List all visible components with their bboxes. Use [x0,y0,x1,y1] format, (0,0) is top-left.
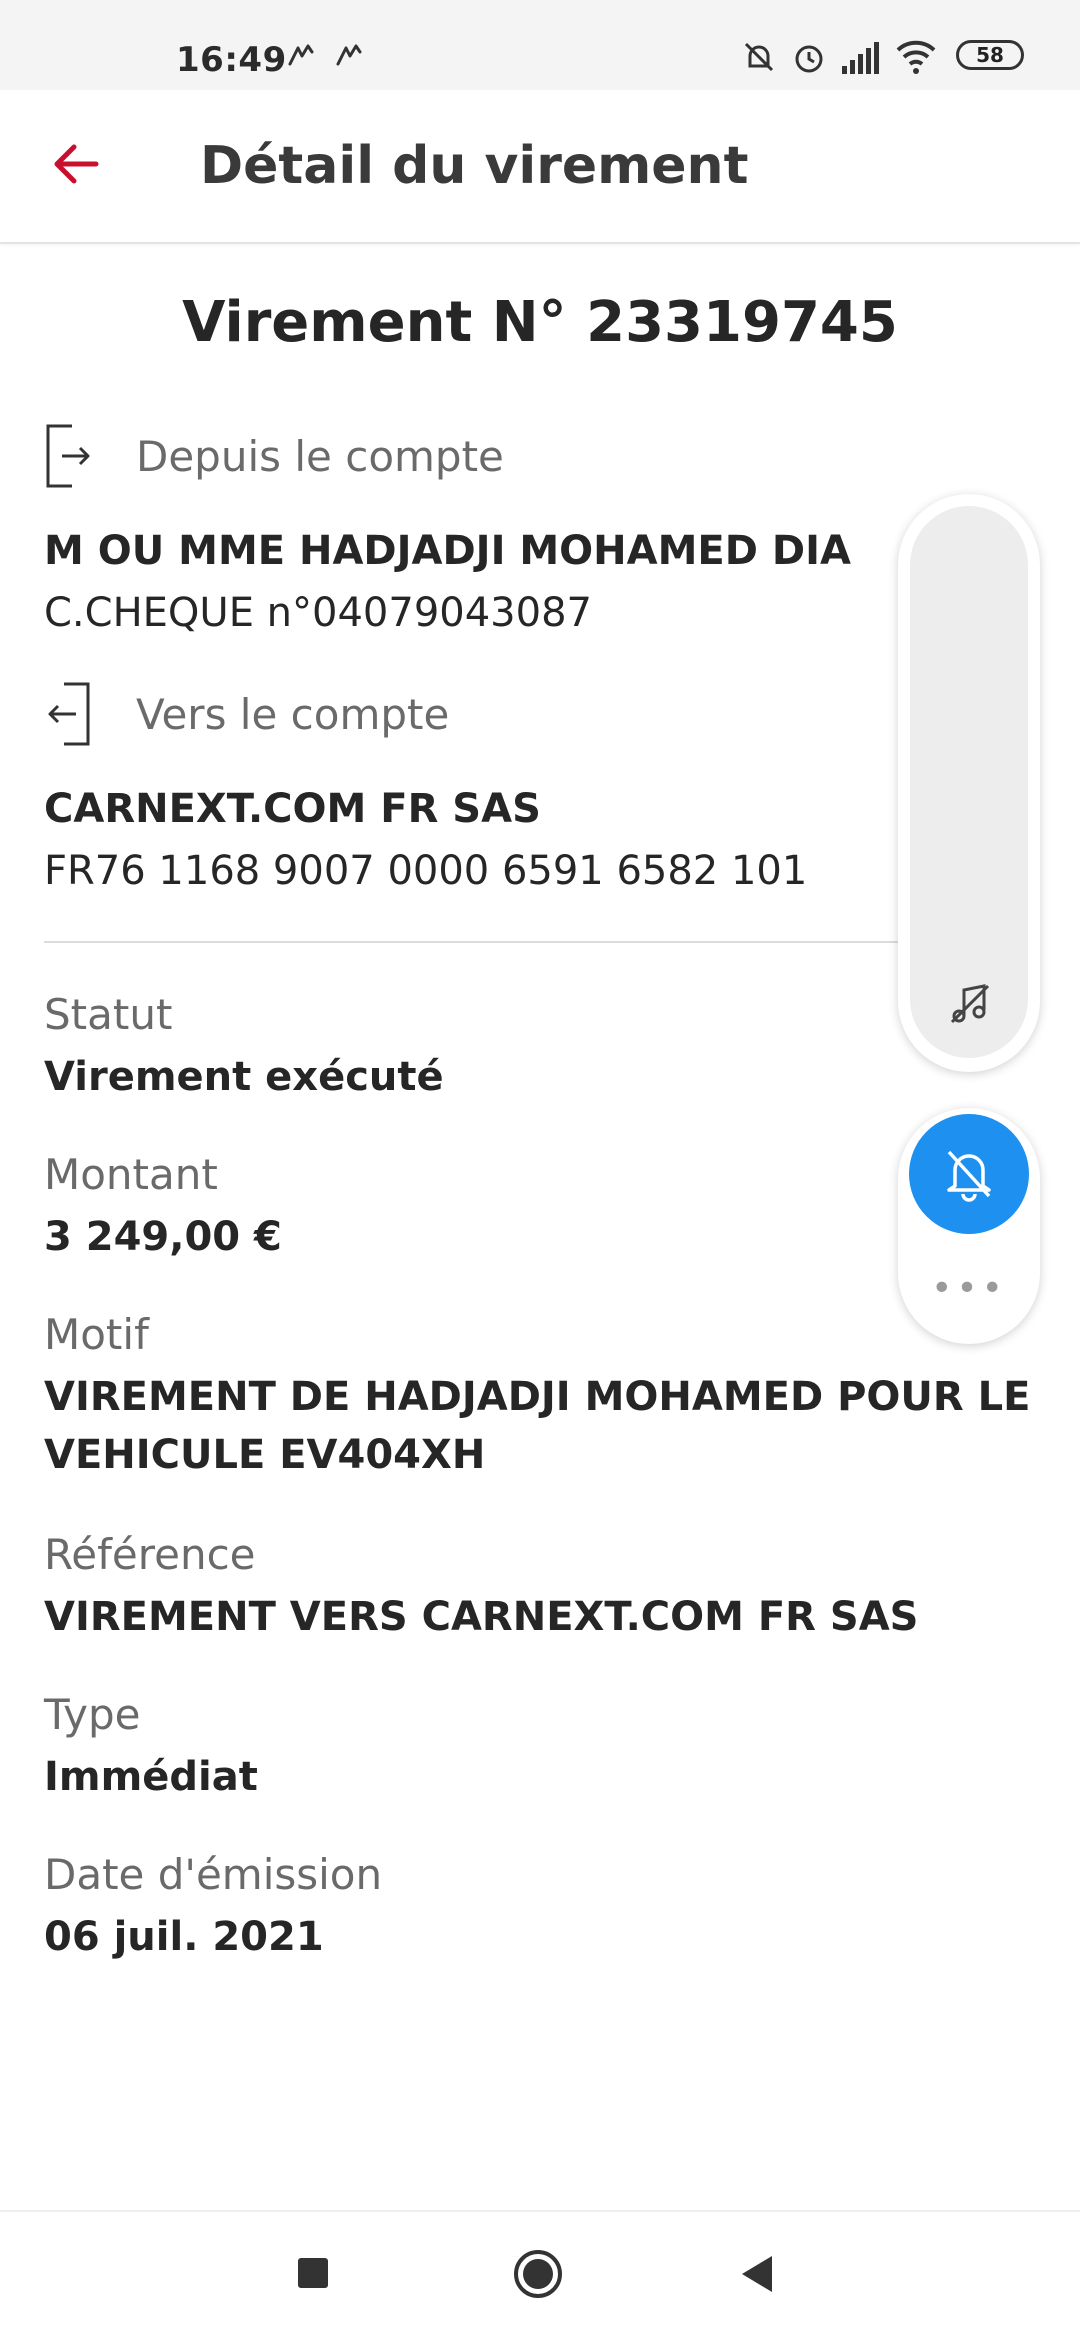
issue-date-label: Date d'émission [44,1850,383,1899]
floating-panel-track[interactable] [910,506,1028,1058]
bell-off-icon [947,1150,991,1202]
alarm-icon [795,45,823,73]
issue-date-value: 06 juil. 2021 [44,1914,324,1960]
reference-value: VIREMENT VERS CARNEXT.COM FR SAS [44,1594,919,1640]
back-nav-button[interactable] [740,2254,774,2294]
status-value: Virement exécuté [44,1054,444,1100]
logout-arrow-icon [48,682,90,746]
music-off-icon[interactable] [948,982,992,1026]
to-account-iban: FR76 1168 9007 0000 6591 6582 101 [44,848,808,894]
more-options-button[interactable]: ••• [898,1268,1040,1309]
from-account-name: M OU MME HADJADJI MOHAMED DIA [44,528,851,574]
home-button[interactable] [512,2248,564,2300]
amount-value: 3 249,00 € [44,1214,282,1260]
battery-level: 58 [976,43,1004,67]
recent-apps-button[interactable] [296,2256,330,2290]
arrow-left-icon[interactable] [46,134,106,194]
to-account-label: Vers le compte [136,690,450,739]
reason-value: VIREMENT DE HADJADJI MOHAMED POUR LE VEH… [44,1374,1031,1478]
wifi-icon [896,40,936,74]
screen: 16:49 58 Détail du virement Virement N° … [0,0,1080,2340]
signal-icon [842,42,879,74]
notification-icon [288,44,314,66]
amount-label: Montant [44,1150,218,1199]
app-header: Détail du virement [0,90,1080,244]
login-arrow-icon [46,424,90,488]
system-nav-bar [0,2210,1080,2340]
floating-sidebar-panel[interactable] [898,494,1040,1072]
mute-bell-icon [744,42,774,72]
status-bar: 16:49 58 [0,0,1080,90]
page-title: Détail du virement [200,136,749,196]
bell-off-button[interactable] [909,1114,1029,1234]
reference-label: Référence [44,1530,256,1579]
transfer-number-title: Virement N° 23319745 [182,290,898,355]
floating-actions-panel: ••• [898,1108,1040,1344]
from-account-label: Depuis le compte [136,432,504,481]
notification-icon [336,44,362,66]
type-value: Immédiat [44,1754,258,1800]
reason-label: Motif [44,1310,149,1359]
status-label: Statut [44,990,173,1039]
divider [44,941,904,943]
status-time: 16:49 [176,40,287,80]
type-label: Type [44,1690,141,1739]
from-account-number: C.CHEQUE n°04079043087 [44,590,592,636]
battery-icon: 58 [956,40,1024,70]
to-account-name: CARNEXT.COM FR SAS [44,786,541,832]
